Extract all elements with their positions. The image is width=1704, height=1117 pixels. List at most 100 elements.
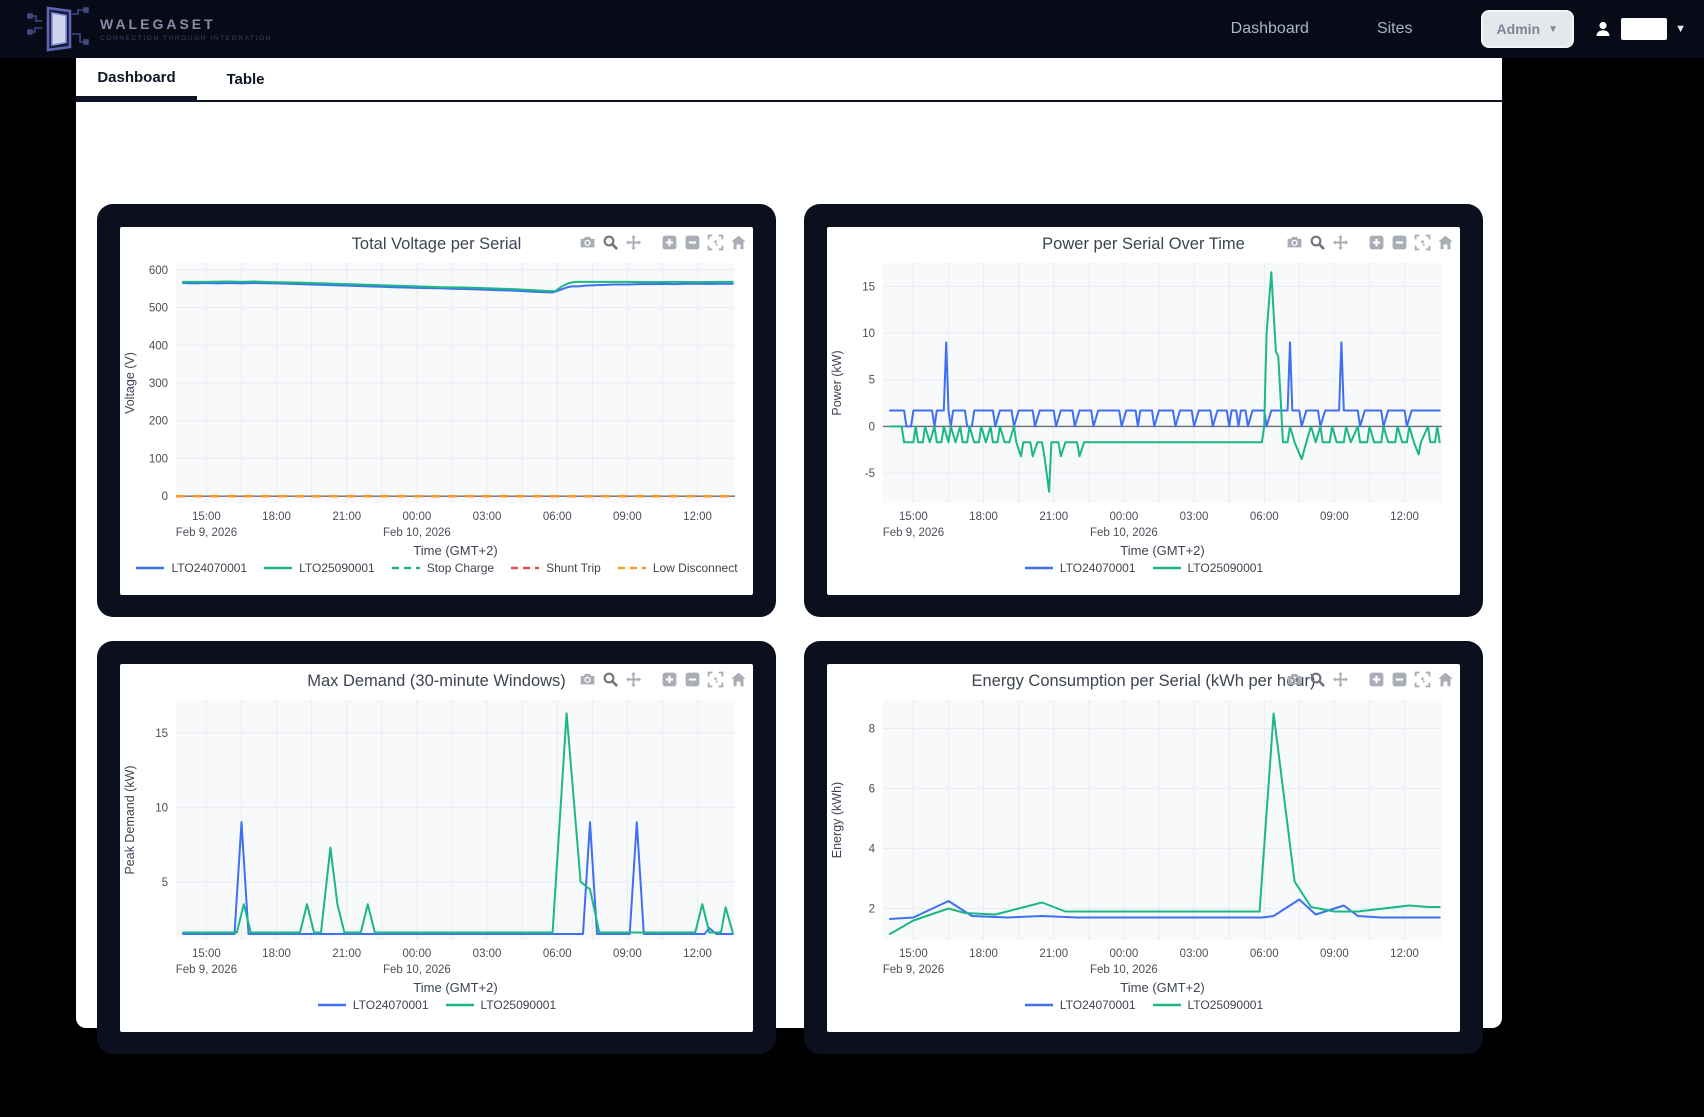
svg-text:6: 6 xyxy=(869,784,875,796)
home-icon[interactable] xyxy=(729,670,747,688)
admin-dropdown-label: Admin xyxy=(1497,21,1541,37)
camera-icon[interactable] xyxy=(578,233,596,251)
legend-item[interactable]: LTO24070001 xyxy=(1024,561,1136,575)
legend-item[interactable]: Shunt Trip xyxy=(510,561,601,575)
chart-panel: Energy Consumption per Serial (kWh per h… xyxy=(827,664,1460,1032)
svg-text:0: 0 xyxy=(869,421,875,433)
svg-text:Time (GMT+2): Time (GMT+2) xyxy=(413,980,497,995)
svg-text:Feb 10, 2026: Feb 10, 2026 xyxy=(383,527,451,539)
nav-dashboard-link[interactable]: Dashboard xyxy=(1231,20,1309,38)
home-icon[interactable] xyxy=(729,233,747,251)
camera-icon[interactable] xyxy=(1285,670,1303,688)
plot-area[interactable]: 010020030040050060015:0018:0021:0000:000… xyxy=(120,261,753,559)
pan-icon[interactable] xyxy=(624,670,642,688)
svg-text:12:00: 12:00 xyxy=(683,948,712,960)
brand: WALEGASET CONNECTION THROUGH INTEGRATION xyxy=(26,4,272,54)
svg-text:10: 10 xyxy=(862,328,875,340)
legend-item[interactable]: LTO24070001 xyxy=(135,561,247,575)
header-nav: Dashboard Sites Admin ▼ xyxy=(1231,0,1574,58)
charts-grid: Total Voltage per Serial 010020030040050… xyxy=(76,102,1502,1028)
svg-text:Energy (kWh): Energy (kWh) xyxy=(830,782,844,858)
app-header: WALEGASET CONNECTION THROUGH INTEGRATION… xyxy=(0,0,1704,58)
camera-icon[interactable] xyxy=(1285,233,1303,251)
pan-icon[interactable] xyxy=(1331,233,1349,251)
tab-bar: Dashboard Table xyxy=(76,58,1502,102)
svg-text:09:00: 09:00 xyxy=(613,511,642,523)
admin-dropdown-button[interactable]: Admin ▼ xyxy=(1481,10,1574,48)
zoom-icon[interactable] xyxy=(601,233,619,251)
legend-item[interactable]: Stop Charge xyxy=(391,561,494,575)
svg-text:09:00: 09:00 xyxy=(613,948,642,960)
user-name-box xyxy=(1621,18,1667,40)
zoom-icon[interactable] xyxy=(601,670,619,688)
brand-logo-icon xyxy=(26,4,90,54)
user-icon xyxy=(1593,19,1613,39)
autoscale-icon[interactable] xyxy=(706,233,724,251)
zoom-out-icon[interactable] xyxy=(683,670,701,688)
svg-text:21:00: 21:00 xyxy=(332,948,361,960)
nav-sites-link[interactable]: Sites xyxy=(1377,20,1413,38)
pan-icon[interactable] xyxy=(1331,670,1349,688)
chart-legend: LTO24070001 LTO25090001 Stop Charge Shunt T… xyxy=(120,561,753,575)
tab-table[interactable]: Table xyxy=(197,58,294,100)
svg-text:12:00: 12:00 xyxy=(1390,948,1419,960)
autoscale-icon[interactable] xyxy=(1413,233,1431,251)
svg-text:18:00: 18:00 xyxy=(262,511,291,523)
camera-icon[interactable] xyxy=(578,670,596,688)
pan-icon[interactable] xyxy=(624,233,642,251)
autoscale-icon[interactable] xyxy=(706,670,724,688)
svg-text:03:00: 03:00 xyxy=(1180,948,1209,960)
zoom-in-icon[interactable] xyxy=(1367,670,1385,688)
user-chevron-down-icon[interactable]: ▼ xyxy=(1675,23,1686,35)
legend-item[interactable]: LTO25090001 xyxy=(445,998,557,1012)
svg-text:21:00: 21:00 xyxy=(1039,948,1068,960)
chart-panel: Power per Serial Over Time -505101515:00… xyxy=(827,227,1460,595)
svg-text:09:00: 09:00 xyxy=(1320,511,1349,523)
legend-item[interactable]: Low Disconnect xyxy=(617,561,738,575)
svg-text:300: 300 xyxy=(149,378,168,390)
legend-item[interactable]: LTO24070001 xyxy=(317,998,429,1012)
svg-text:15:00: 15:00 xyxy=(192,948,221,960)
home-icon[interactable] xyxy=(1436,233,1454,251)
svg-text:Feb 10, 2026: Feb 10, 2026 xyxy=(1090,964,1158,976)
zoom-out-icon[interactable] xyxy=(1390,233,1408,251)
tab-dashboard[interactable]: Dashboard xyxy=(76,58,197,100)
zoom-icon[interactable] xyxy=(1308,670,1326,688)
zoom-in-icon[interactable] xyxy=(660,670,678,688)
svg-text:400: 400 xyxy=(149,340,168,352)
legend-item[interactable]: LTO25090001 xyxy=(263,561,375,575)
home-icon[interactable] xyxy=(1436,670,1454,688)
svg-text:06:00: 06:00 xyxy=(543,948,572,960)
svg-text:Time (GMT+2): Time (GMT+2) xyxy=(1120,543,1204,558)
svg-text:Time (GMT+2): Time (GMT+2) xyxy=(413,543,497,558)
svg-text:18:00: 18:00 xyxy=(262,948,291,960)
svg-text:06:00: 06:00 xyxy=(1250,948,1279,960)
legend-item[interactable]: LTO25090001 xyxy=(1152,998,1264,1012)
plot-area[interactable]: 246815:0018:0021:0000:0003:0006:0009:001… xyxy=(827,698,1460,996)
autoscale-icon[interactable] xyxy=(1413,670,1431,688)
chart-panel: Total Voltage per Serial 010020030040050… xyxy=(120,227,753,595)
svg-text:Feb 9, 2026: Feb 9, 2026 xyxy=(883,527,944,539)
plot-area[interactable]: -505101515:0018:0021:0000:0003:0006:0009… xyxy=(827,261,1460,559)
user-area[interactable]: ▼ xyxy=(1593,0,1686,58)
zoom-out-icon[interactable] xyxy=(683,233,701,251)
svg-text:Time (GMT+2): Time (GMT+2) xyxy=(1120,980,1204,995)
svg-text:06:00: 06:00 xyxy=(543,511,572,523)
svg-text:Feb 10, 2026: Feb 10, 2026 xyxy=(1090,527,1158,539)
svg-text:4: 4 xyxy=(869,844,876,856)
brand-tagline: CONNECTION THROUGH INTEGRATION xyxy=(100,35,272,42)
plot-area[interactable]: 5101515:0018:0021:0000:0003:0006:0009:00… xyxy=(120,698,753,996)
legend-item[interactable]: LTO24070001 xyxy=(1024,998,1136,1012)
zoom-icon[interactable] xyxy=(1308,233,1326,251)
svg-text:21:00: 21:00 xyxy=(332,511,361,523)
chart-panel: Max Demand (30-minute Windows) 5101515:0… xyxy=(120,664,753,1032)
svg-text:03:00: 03:00 xyxy=(1180,511,1209,523)
svg-text:00:00: 00:00 xyxy=(1110,948,1139,960)
zoom-in-icon[interactable] xyxy=(660,233,678,251)
zoom-out-icon[interactable] xyxy=(1390,670,1408,688)
svg-text:12:00: 12:00 xyxy=(683,511,712,523)
svg-text:5: 5 xyxy=(869,375,875,387)
legend-item[interactable]: LTO25090001 xyxy=(1152,561,1264,575)
svg-text:100: 100 xyxy=(149,453,168,465)
zoom-in-icon[interactable] xyxy=(1367,233,1385,251)
